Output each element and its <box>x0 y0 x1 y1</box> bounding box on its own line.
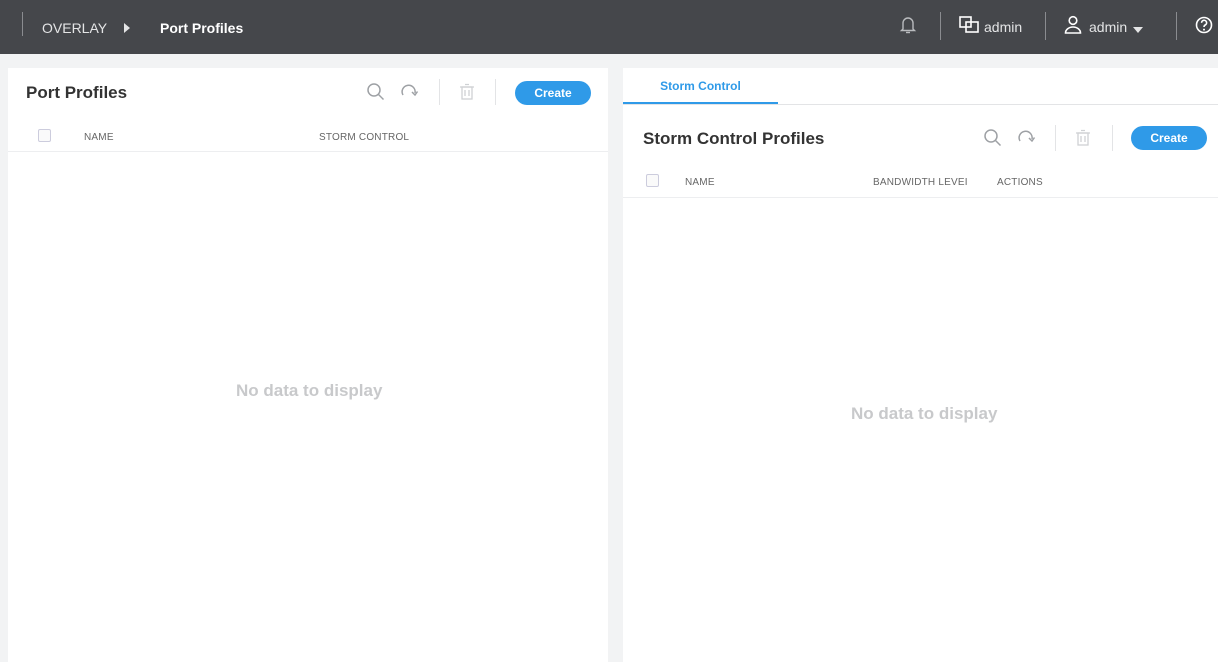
search-icon[interactable] <box>983 128 1003 148</box>
breadcrumb-current: Port Profiles <box>160 20 244 36</box>
storm-control-panel: Storm Control Storm Control Profiles Cre… <box>623 68 1218 662</box>
create-button[interactable]: Create <box>1131 126 1207 150</box>
topbar-divider <box>1045 12 1046 40</box>
topbar-left-divider <box>22 12 23 36</box>
column-header-storm-control[interactable]: STORM CONTROL <box>319 132 409 143</box>
bell-icon[interactable] <box>897 14 919 36</box>
breadcrumb-caret-icon <box>124 23 130 33</box>
tab-storm-control[interactable]: Storm Control <box>623 68 778 104</box>
tab-baseline <box>623 104 1218 105</box>
refresh-icon[interactable] <box>1016 128 1036 148</box>
panel-title: Storm Control Profiles <box>643 129 825 148</box>
user-label[interactable]: admin <box>1089 19 1127 35</box>
trash-icon[interactable] <box>1073 128 1093 148</box>
toolbar-divider <box>1112 125 1113 151</box>
toolbar-divider <box>495 79 496 105</box>
user-icon[interactable] <box>1062 14 1084 36</box>
tab-label: Storm Control <box>660 79 741 93</box>
tenant-switch-icon[interactable] <box>958 14 980 36</box>
toolbar-divider <box>1055 125 1056 151</box>
topbar-divider <box>940 12 941 40</box>
search-icon[interactable] <box>366 82 386 102</box>
help-icon[interactable] <box>1193 14 1215 36</box>
panel-title: Port Profiles <box>26 83 128 102</box>
select-all-checkbox[interactable] <box>38 129 51 142</box>
create-button[interactable]: Create <box>515 81 591 105</box>
select-all-checkbox[interactable] <box>646 174 659 187</box>
top-bar: OVERLAY Port Profiles admin admin <box>0 0 1218 54</box>
header-divider <box>8 151 608 152</box>
column-header-actions[interactable]: ACTIONS <box>997 177 1043 188</box>
empty-state-message: No data to display <box>236 381 383 400</box>
empty-state-message: No data to display <box>851 404 998 423</box>
header-divider <box>623 197 1218 198</box>
breadcrumb-overlay[interactable]: OVERLAY <box>42 20 107 36</box>
trash-icon[interactable] <box>457 82 477 102</box>
toolbar-divider <box>439 79 440 105</box>
refresh-icon[interactable] <box>399 82 419 102</box>
port-profiles-panel: Port Profiles Create NAME STORM CONTROL … <box>8 68 608 662</box>
column-header-name[interactable]: NAME <box>84 132 114 143</box>
column-header-bandwidth-level[interactable]: BANDWIDTH LEVEI <box>873 177 968 188</box>
tenant-label[interactable]: admin <box>984 19 1022 35</box>
chevron-down-icon[interactable] <box>1133 27 1143 33</box>
topbar-divider <box>1176 12 1177 40</box>
column-header-name[interactable]: NAME <box>685 177 715 188</box>
